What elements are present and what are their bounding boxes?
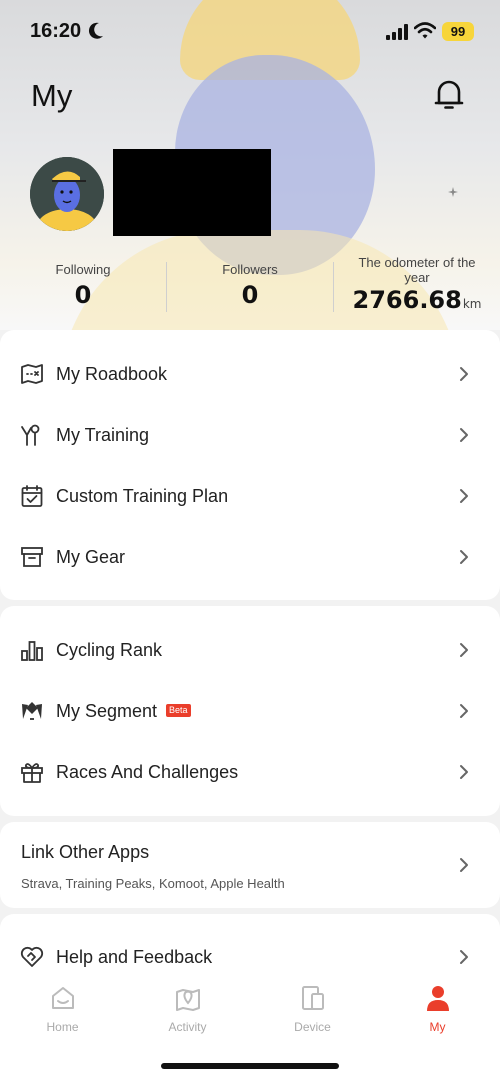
followers-stat[interactable]: Followers 0 bbox=[167, 250, 333, 320]
chevron-right-icon bbox=[460, 550, 468, 564]
link-apps-title: Link Other Apps bbox=[21, 842, 150, 862]
menu-item-my-training[interactable]: My Training bbox=[0, 405, 500, 465]
chevron-right-icon bbox=[460, 704, 468, 718]
tab-activity[interactable]: Activity bbox=[125, 980, 250, 1040]
followers-label: Followers bbox=[222, 262, 278, 277]
menu-item-help-and-feedback[interactable]: Help and Feedback bbox=[0, 927, 500, 987]
profile-stats: Following 0 Followers 0 The odometer of … bbox=[0, 250, 500, 320]
menu-item-label: My Training bbox=[56, 425, 150, 445]
page-title: My bbox=[31, 78, 73, 113]
avatar[interactable] bbox=[30, 157, 104, 231]
menu-item-my-roadbook[interactable]: My Roadbook bbox=[0, 344, 500, 404]
menu-item-label: Help and Feedback bbox=[56, 947, 213, 967]
primary-menu-card: My Roadbook My Training Custom Training … bbox=[0, 330, 500, 600]
map-icon bbox=[21, 364, 43, 384]
menu-item-my-segment[interactable]: My Segment Beta bbox=[0, 681, 500, 741]
status-time: 16:20 bbox=[30, 20, 82, 42]
heart-handshake-icon bbox=[20, 946, 44, 967]
tab-label: Home bbox=[46, 1020, 79, 1034]
menu-item-label: My Segment bbox=[56, 701, 158, 721]
followers-count: 0 bbox=[241, 281, 259, 309]
map-pin-icon bbox=[175, 989, 200, 1011]
menu-item-label: Races And Challenges bbox=[56, 762, 239, 782]
chevron-right-icon bbox=[460, 950, 468, 964]
menu-item-cycling-rank[interactable]: Cycling Rank bbox=[0, 620, 500, 680]
tab-home[interactable]: Home bbox=[0, 980, 125, 1040]
bar-chart-icon bbox=[21, 641, 43, 661]
calendar-check-icon bbox=[21, 485, 43, 507]
menu-item-custom-training-plan[interactable]: Custom Training Plan bbox=[0, 466, 500, 526]
menu-item-label: My Gear bbox=[56, 547, 126, 567]
person-icon bbox=[426, 986, 449, 1011]
flags-icon bbox=[22, 702, 42, 720]
signal-icon bbox=[386, 24, 408, 40]
following-label: Following bbox=[55, 262, 111, 277]
tab-label: My bbox=[429, 1020, 446, 1034]
home-indicator bbox=[161, 1063, 339, 1069]
tab-my[interactable]: My bbox=[375, 980, 500, 1040]
battery-indicator: 99 bbox=[442, 22, 474, 41]
wifi-icon bbox=[414, 22, 436, 39]
link-other-apps-card[interactable]: Link Other Apps Strava, Training Peaks, … bbox=[0, 822, 500, 908]
odometer-stat: The odometer of the year 2766.68km bbox=[334, 250, 500, 320]
archive-box-icon bbox=[21, 547, 43, 567]
odometer-label: The odometer of the year bbox=[358, 255, 476, 285]
home-icon bbox=[51, 987, 74, 1009]
odometer-number: 2766.68 bbox=[352, 286, 462, 314]
chevron-right-icon bbox=[460, 643, 468, 657]
link-apps-subtitle: Strava, Training Peaks, Komoot, Apple He… bbox=[21, 876, 285, 891]
odometer-unit: km bbox=[462, 297, 482, 311]
odometer-value: 2766.68km bbox=[334, 286, 500, 314]
tab-label: Device bbox=[294, 1020, 331, 1034]
gift-icon bbox=[21, 763, 43, 783]
menu-item-my-gear[interactable]: My Gear bbox=[0, 527, 500, 587]
device-icon bbox=[301, 986, 324, 1010]
menu-item-label: Cycling Rank bbox=[56, 640, 163, 660]
bell-icon[interactable] bbox=[433, 78, 465, 112]
status-bar: 16:20 99 bbox=[0, 0, 500, 62]
chevron-right-icon bbox=[460, 367, 468, 381]
chevron-right-icon bbox=[460, 489, 468, 503]
tab-device[interactable]: Device bbox=[250, 980, 375, 1040]
beta-badge: Beta bbox=[166, 704, 191, 717]
chevron-right-icon bbox=[460, 765, 468, 779]
menu-item-races-and-challenges[interactable]: Races And Challenges bbox=[0, 742, 500, 802]
avatar-illustration bbox=[30, 157, 104, 231]
sparkle-icon bbox=[448, 187, 458, 197]
secondary-menu-card: Cycling Rank My Segment Beta Races And C… bbox=[0, 606, 500, 816]
training-icon bbox=[21, 424, 40, 446]
following-count: 0 bbox=[74, 281, 92, 309]
menu-item-label: My Roadbook bbox=[56, 364, 168, 384]
menu-item-label: Custom Training Plan bbox=[56, 486, 229, 506]
moon-icon bbox=[88, 22, 103, 39]
tab-label: Activity bbox=[168, 1020, 207, 1034]
chevron-right-icon bbox=[460, 858, 468, 872]
chevron-right-icon bbox=[460, 428, 468, 442]
following-stat[interactable]: Following 0 bbox=[0, 250, 166, 320]
redacted-username bbox=[113, 149, 271, 236]
